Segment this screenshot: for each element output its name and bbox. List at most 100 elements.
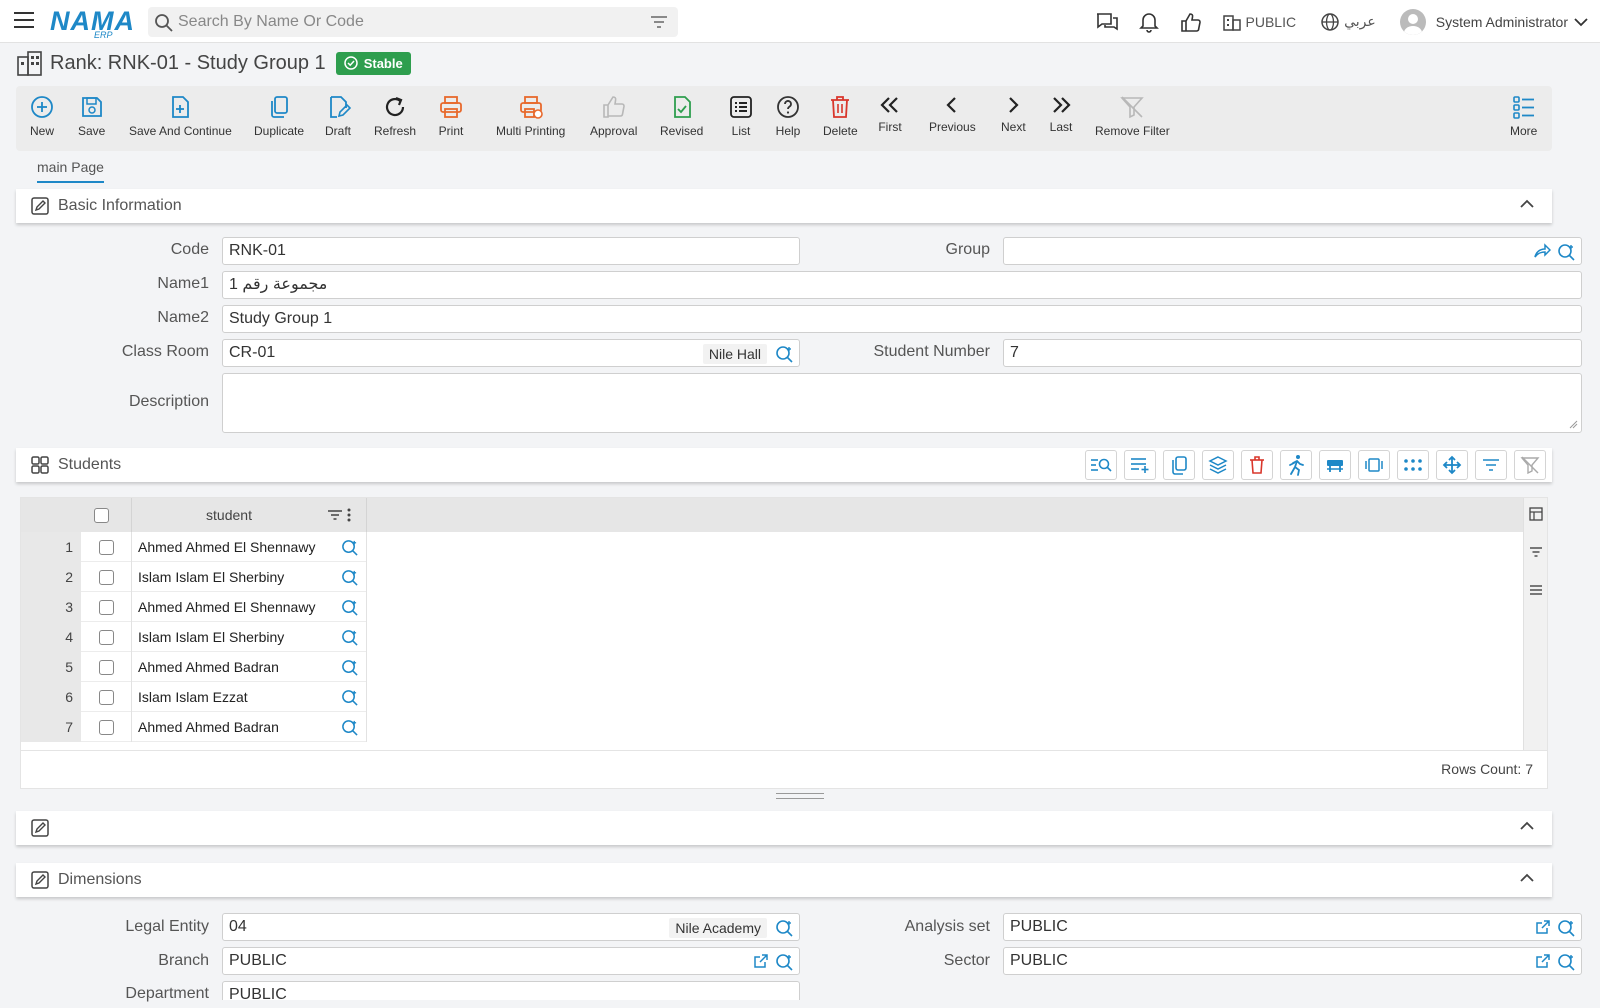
resize-handle-icon[interactable] xyxy=(1568,419,1578,429)
grid-fit-button[interactable] xyxy=(1358,450,1390,480)
multi-printing-button[interactable]: Multi Printing xyxy=(496,94,565,138)
grid-filter-button[interactable] xyxy=(1475,450,1507,480)
row-checkbox[interactable] xyxy=(98,569,114,585)
share-icon[interactable] xyxy=(1533,243,1551,259)
description-textarea[interactable] xyxy=(222,373,1582,433)
student-number-field[interactable]: 7 xyxy=(1003,339,1582,367)
lookup-search-icon[interactable] xyxy=(341,629,358,646)
list-button[interactable]: List xyxy=(728,94,754,138)
group-field[interactable] xyxy=(1003,237,1582,265)
grid-dots-button[interactable] xyxy=(1397,450,1429,480)
branch-field[interactable]: PUBLIC xyxy=(222,947,800,975)
lookup-search-icon[interactable] xyxy=(775,345,793,363)
lookup-search-icon[interactable] xyxy=(341,689,358,706)
dimensions-header[interactable]: Dimensions xyxy=(16,863,1552,897)
last-button[interactable]: Last xyxy=(1049,94,1073,134)
grid-resize-handle[interactable] xyxy=(776,793,824,799)
delete-button[interactable]: Delete xyxy=(823,94,858,138)
lookup-search-icon[interactable] xyxy=(341,569,358,586)
help-button[interactable]: Help xyxy=(775,94,801,138)
chevron-up-icon[interactable] xyxy=(1520,873,1534,883)
classroom-field[interactable]: CR-01 Nile Hall xyxy=(222,339,800,367)
grid-delete-button[interactable] xyxy=(1241,450,1273,480)
code-field[interactable]: RNK-01 xyxy=(222,237,800,265)
save-and-continue-button[interactable]: Save And Continue xyxy=(129,94,232,138)
lookup-search-icon[interactable] xyxy=(1557,953,1575,971)
print-button[interactable]: Print xyxy=(438,94,464,138)
lookup-search-icon[interactable] xyxy=(341,539,358,556)
lookup-search-icon[interactable] xyxy=(775,953,793,971)
save-button[interactable]: Save xyxy=(78,94,105,138)
chevron-up-icon[interactable] xyxy=(1520,821,1534,831)
grid-add-row-button[interactable] xyxy=(1124,450,1156,480)
analysis-set-field[interactable]: PUBLIC xyxy=(1003,913,1582,941)
basic-information-header[interactable]: Basic Information xyxy=(16,189,1552,223)
remove-filter-button[interactable]: Remove Filter xyxy=(1095,94,1170,138)
chevron-up-icon[interactable] xyxy=(1520,199,1534,209)
grid-move-button[interactable] xyxy=(1436,450,1468,480)
table-row[interactable]: 4 Islam Islam El Sherbiny xyxy=(21,622,367,652)
lookup-search-icon[interactable] xyxy=(1557,243,1575,261)
row-checkbox[interactable] xyxy=(98,539,114,555)
row-checkbox[interactable] xyxy=(98,599,114,615)
previous-button[interactable]: Previous xyxy=(929,94,976,134)
duplicate-button[interactable]: Duplicate xyxy=(254,94,304,138)
name1-field[interactable]: مجموعة رقم 1 xyxy=(222,271,1582,299)
untitled-section-header[interactable] xyxy=(16,811,1552,845)
row-checkbox[interactable] xyxy=(98,719,114,735)
table-row[interactable]: 5 Ahmed Ahmed Badran xyxy=(21,652,367,682)
name2-field[interactable]: Study Group 1 xyxy=(222,305,1582,333)
draft-button[interactable]: Draft xyxy=(325,94,351,138)
language-switcher[interactable]: عربي xyxy=(1344,13,1376,30)
external-link-icon[interactable] xyxy=(1535,953,1551,969)
filter-icon[interactable] xyxy=(1529,546,1543,558)
approval-button[interactable]: Approval xyxy=(590,94,637,138)
chat-icon[interactable] xyxy=(1086,0,1128,43)
app-logo[interactable]: NAMA ERP xyxy=(50,6,135,40)
lookup-search-icon[interactable] xyxy=(341,659,358,676)
legal-entity-field[interactable]: 04 Nile Academy xyxy=(222,913,800,941)
grid-run-button[interactable] xyxy=(1280,450,1312,480)
table-row[interactable]: 7 Ahmed Ahmed Badran xyxy=(21,712,367,742)
more-button[interactable]: More xyxy=(1510,94,1537,138)
refresh-button[interactable]: Refresh xyxy=(374,94,416,138)
lookup-search-icon[interactable] xyxy=(341,719,358,736)
grid-table-button[interactable] xyxy=(1319,450,1351,480)
department-field[interactable]: PUBLIC xyxy=(222,981,800,1003)
external-link-icon[interactable] xyxy=(1535,919,1551,935)
table-row[interactable]: 3 Ahmed Ahmed El Shennawy xyxy=(21,592,367,622)
select-all-checkbox[interactable] xyxy=(94,508,109,523)
chevron-down-icon[interactable] xyxy=(1574,17,1588,27)
row-checkbox[interactable] xyxy=(98,689,114,705)
grid-copy-button[interactable] xyxy=(1163,450,1195,480)
lookup-search-icon[interactable] xyxy=(341,599,358,616)
columns-icon[interactable] xyxy=(1529,507,1543,521)
thumbs-up-icon[interactable] xyxy=(1170,0,1212,43)
first-button[interactable]: First xyxy=(878,94,902,134)
search-input[interactable] xyxy=(178,7,638,37)
next-button[interactable]: Next xyxy=(1001,94,1026,134)
menu-lines-icon[interactable] xyxy=(1529,584,1543,596)
filter-icon[interactable] xyxy=(650,15,668,29)
sector-field[interactable]: PUBLIC xyxy=(1003,947,1582,975)
bell-icon[interactable] xyxy=(1128,0,1170,43)
grid-remove-filter-button[interactable] xyxy=(1514,450,1546,480)
grid-layers-button[interactable] xyxy=(1202,450,1234,480)
new-button[interactable]: New xyxy=(29,94,55,138)
tab-main-page[interactable]: main Page xyxy=(37,159,104,183)
lookup-search-icon[interactable] xyxy=(775,919,793,937)
revised-button[interactable]: Revised xyxy=(660,94,703,138)
user-name[interactable]: System Administrator xyxy=(1436,14,1568,30)
row-checkbox[interactable] xyxy=(98,659,114,675)
table-row[interactable]: 2 Islam Islam El Sherbiny xyxy=(21,562,367,592)
avatar[interactable] xyxy=(1399,8,1426,35)
legal-entity-switcher[interactable]: PUBLIC xyxy=(1246,14,1297,30)
lookup-search-icon[interactable] xyxy=(1557,919,1575,937)
column-filter-icon[interactable] xyxy=(327,509,343,521)
grid-search-button[interactable] xyxy=(1085,450,1117,480)
row-checkbox[interactable] xyxy=(98,629,114,645)
external-link-icon[interactable] xyxy=(753,953,769,969)
column-menu-icon[interactable] xyxy=(347,508,351,522)
hamburger-menu-icon[interactable] xyxy=(14,12,34,30)
table-row[interactable]: 6 Islam Islam Ezzat xyxy=(21,682,367,712)
